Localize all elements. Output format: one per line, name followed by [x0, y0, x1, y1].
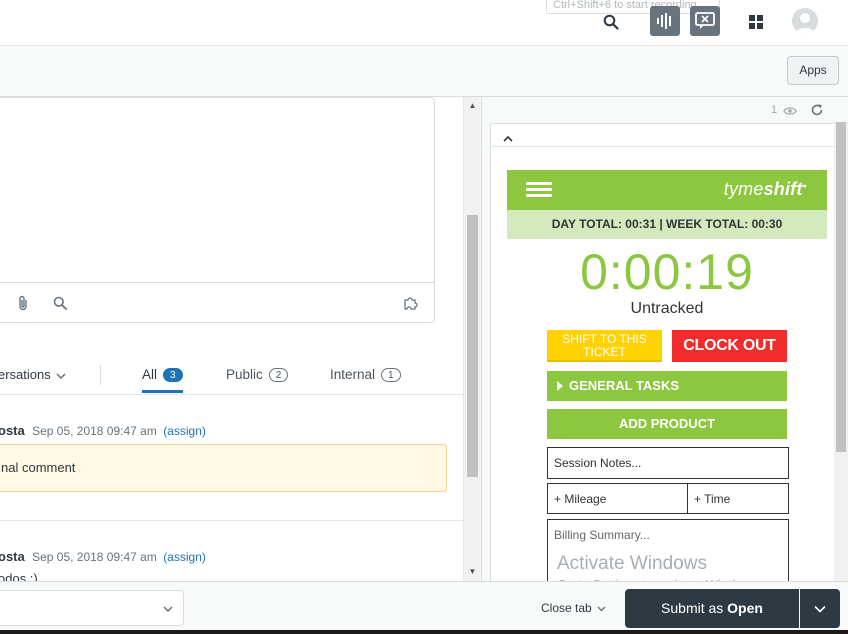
comment-editor[interactable] [0, 97, 435, 323]
reload-icon[interactable] [810, 103, 824, 117]
internal-note: nal comment [0, 444, 447, 492]
frame-divider [491, 146, 840, 147]
apps-button[interactable]: Apps [787, 56, 839, 85]
event-author[interactable]: osta [0, 423, 25, 438]
hamburger-menu-icon[interactable] [526, 182, 552, 198]
event-author[interactable]: osta [0, 549, 25, 564]
watermark-title: Activate Windows [557, 553, 707, 574]
tab-label: Internal [330, 367, 376, 382]
event-header: osta Sep 05, 2018 09:47 am (assign) [0, 549, 206, 564]
tab-public[interactable]: Public 2 [226, 367, 289, 382]
eye-icon [783, 104, 797, 116]
voice-icon[interactable] [650, 6, 680, 36]
submit-status: Open [727, 600, 763, 616]
shift-to-ticket-button[interactable]: SHIFT TO THIS TICKET [547, 330, 662, 362]
chat-icon[interactable] [690, 6, 720, 36]
event-timestamp: Sep 05, 2018 09:47 am [32, 550, 157, 564]
conversations-dropdown[interactable]: ersations [0, 367, 66, 382]
tab-count-badge: 1 [381, 367, 401, 382]
view-count: 1 [771, 104, 778, 116]
collapse-chevron-up-icon[interactable] [503, 129, 519, 143]
timer-display: 0:00:19 [580, 244, 754, 300]
puzzle-icon[interactable] [401, 293, 421, 313]
event-body: odos :) [0, 571, 38, 581]
scroll-down-arrow-icon[interactable]: ▼ [467, 567, 478, 576]
top-header: Ctrl+Shift+6 to start recording [0, 0, 848, 46]
tab-count-badge: 3 [163, 367, 183, 382]
editor-toolbar [0, 282, 434, 322]
tymeshift-logo: tymeshift● [723, 179, 807, 199]
user-avatar-icon[interactable] [792, 8, 818, 34]
search-icon[interactable] [50, 293, 70, 313]
session-notes-field[interactable]: Session Notes... [547, 447, 789, 479]
scrollbar-thumb[interactable] [467, 215, 478, 477]
chevron-down-icon [814, 600, 826, 618]
tymeshift-header: tymeshift● [507, 170, 827, 210]
submit-button[interactable]: Submit as Open [625, 589, 799, 628]
tracking-status: Untracked [630, 300, 704, 317]
apps-sidebar: 1 tymeshift● DAY TOTAL: 00:31 | WEEK TOT… [481, 97, 848, 581]
tymeshift-app-frame: tymeshift● DAY TOTAL: 00:31 | WEEK TOTAL… [490, 123, 841, 581]
event-divider [0, 520, 463, 521]
search-icon[interactable] [600, 11, 622, 33]
chevron-down-icon [56, 367, 66, 382]
mileage-field[interactable]: + Mileage [547, 483, 688, 514]
event-timestamp: Sep 05, 2018 09:47 am [32, 424, 157, 438]
paperclip-icon[interactable] [13, 293, 33, 313]
assign-link[interactable]: (assign) [163, 550, 206, 564]
time-field[interactable]: + Time [687, 483, 789, 514]
chevron-down-icon [162, 602, 174, 614]
submit-prefix: Submit as [661, 600, 724, 616]
conversation-pane: ersations All 3 Public 2 Internal 1 osta… [0, 97, 463, 581]
event-header: osta Sep 05, 2018 09:47 am (assign) [0, 423, 206, 438]
general-tasks-label: GENERAL TASKS [569, 378, 680, 393]
submit-options-button[interactable] [800, 589, 840, 628]
product-grid-icon[interactable] [745, 11, 767, 33]
assign-link[interactable]: (assign) [163, 424, 206, 438]
app-header: 1 [482, 97, 848, 123]
tab-count-badge: 2 [268, 367, 289, 382]
conversations-dropdown-label: ersations [0, 367, 51, 382]
ticket-footer: Close tab Submit as Open [0, 581, 848, 634]
conversation-scrollbar[interactable]: ▲ ▼ [463, 97, 480, 581]
caret-right-icon [557, 381, 563, 391]
scroll-up-arrow-icon[interactable]: ▲ [467, 101, 478, 110]
chevron-down-icon [597, 601, 606, 615]
apps-scrollbar[interactable] [834, 122, 848, 581]
clock-out-button[interactable]: CLOCK OUT [672, 330, 787, 362]
macro-select[interactable] [0, 590, 184, 626]
add-product-button[interactable]: ADD PRODUCT [547, 409, 787, 439]
tab-label: All [142, 367, 158, 382]
tab-label: Public [226, 367, 263, 382]
divider [100, 365, 101, 385]
close-tab-dropdown[interactable]: Close tab [541, 601, 606, 615]
general-tasks-button[interactable]: GENERAL TASKS [547, 371, 787, 401]
window-edge [0, 630, 848, 634]
day-week-totals: DAY TOTAL: 00:31 | WEEK TOTAL: 00:30 [507, 210, 827, 239]
scrollbar-thumb[interactable] [836, 122, 846, 452]
apps-bar: Apps [0, 47, 848, 97]
tab-all[interactable]: All 3 [142, 367, 183, 393]
tab-internal[interactable]: Internal 1 [330, 367, 401, 382]
close-tab-label: Close tab [541, 601, 592, 615]
conversation-filter-row: ersations All 3 Public 2 Internal 1 [0, 353, 463, 395]
